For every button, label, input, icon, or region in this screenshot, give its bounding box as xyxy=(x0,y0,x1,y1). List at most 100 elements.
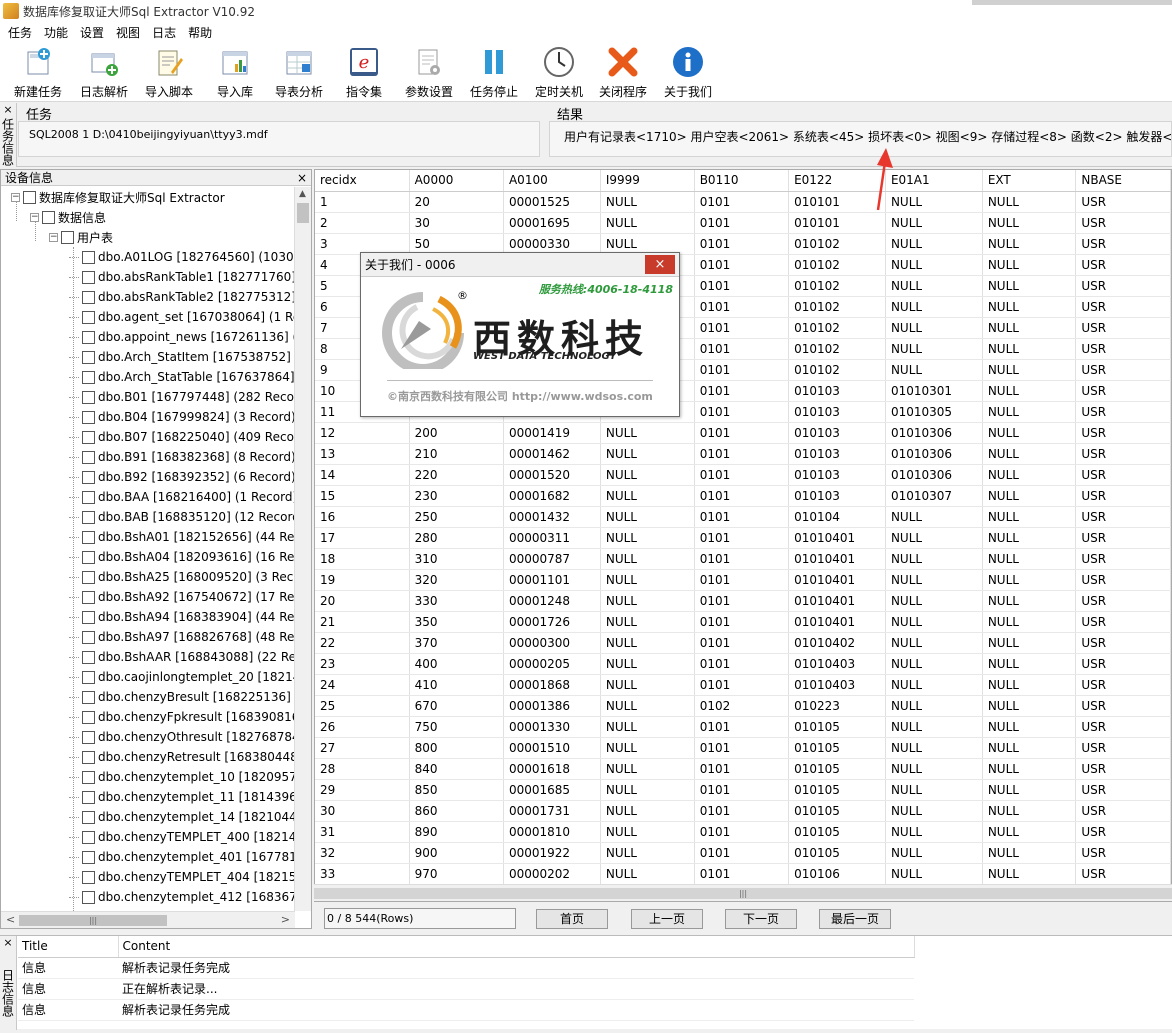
checkbox[interactable] xyxy=(82,650,95,664)
grid-column-header[interactable]: NBASE xyxy=(1075,170,1171,192)
menu-view[interactable]: 视图 xyxy=(110,24,146,41)
tree-item-table[interactable]: dbo.chenzyTEMPLET_400 [182140 xyxy=(69,827,295,847)
tree-item-table[interactable]: dbo.caojinlongtemplet_20 [18214 xyxy=(69,667,295,687)
tree-item-table[interactable]: dbo.chenzytemplet_10 [18209572 xyxy=(69,767,295,787)
dialog-close-button[interactable]: × xyxy=(645,255,675,274)
tree-item-table[interactable]: dbo.BshA92 [167540672] (17 Reco xyxy=(69,587,295,607)
table-row[interactable]: 15 230 00001682 NULL 0101 010103 01010307 NULL U… xyxy=(315,485,1171,507)
checkbox[interactable] xyxy=(23,190,36,204)
checkbox[interactable] xyxy=(82,370,95,384)
checkbox[interactable] xyxy=(82,330,95,344)
scroll-left-icon[interactable]: < xyxy=(6,913,15,926)
device-panel-close-icon[interactable]: × xyxy=(297,171,307,185)
grid-column-header[interactable]: I9999 xyxy=(600,170,695,192)
checkbox[interactable] xyxy=(82,310,95,324)
menu-settings[interactable]: 设置 xyxy=(74,24,110,41)
table-row[interactable]: 31 890 00001810 NULL 0101 010105 NULL NULL USR xyxy=(315,821,1171,843)
tree-item-table[interactable]: dbo.B01 [167797448] (282 Record xyxy=(69,387,295,407)
last-page-button[interactable]: 最后一页 xyxy=(819,909,891,929)
checkbox[interactable] xyxy=(82,670,95,684)
log-row[interactable]: 信息 解析表记录任务完成 xyxy=(18,957,914,979)
table-row[interactable]: 1 20 00001525 NULL 0101 010101 NULL NULL USR xyxy=(315,191,1171,213)
checkbox[interactable] xyxy=(82,810,95,824)
scroll-up-icon[interactable]: ▲ xyxy=(299,189,306,199)
new-task-button[interactable]: 新建任务 xyxy=(14,46,62,100)
checkbox[interactable] xyxy=(82,410,95,424)
checkbox[interactable] xyxy=(82,270,95,284)
checkbox[interactable] xyxy=(82,450,95,464)
table-row[interactable]: 14 220 00001520 NULL 0101 010103 01010306 NULL U… xyxy=(315,464,1171,486)
table-row[interactable]: 16 250 00001432 NULL 0101 010104 NULL NULL USR xyxy=(315,506,1171,528)
grid-column-header[interactable]: E0122 xyxy=(788,170,886,192)
checkbox[interactable] xyxy=(82,830,95,844)
table-row[interactable]: 23 400 00000205 NULL 0101 01010403 NULL NULL USR xyxy=(315,653,1171,675)
checkbox[interactable] xyxy=(82,730,95,744)
log-column-content[interactable]: Content xyxy=(118,936,915,958)
table-row[interactable]: 22 370 00000300 NULL 0101 01010402 NULL NULL USR xyxy=(315,632,1171,654)
grid-column-header[interactable]: A0100 xyxy=(503,170,601,192)
tree-item-table[interactable]: dbo.appoint_news [167261136] (4 xyxy=(69,327,295,347)
table-row[interactable]: 33 970 00000202 NULL 0101 010106 NULL NULL USR xyxy=(315,863,1171,885)
tree-item-table[interactable]: dbo.Arch_StatItem [167538752] (4 xyxy=(69,347,295,367)
task-info-tab[interactable]: × 任务信息 xyxy=(0,103,17,167)
tree-item-table[interactable]: dbo.chenzyBresult [168225136] (2 xyxy=(69,687,295,707)
log-column-title[interactable]: Title xyxy=(18,936,119,958)
checkbox[interactable] xyxy=(82,870,95,884)
checkbox[interactable] xyxy=(82,850,95,864)
table-row[interactable]: 20 330 00001248 NULL 0101 01010401 NULL NULL USR xyxy=(315,590,1171,612)
tree-node-user-tables[interactable]: − 用户表 xyxy=(49,227,113,247)
log-panel-close-icon[interactable]: × xyxy=(3,937,12,949)
first-page-button[interactable]: 首页 xyxy=(536,909,608,929)
tree-item-table[interactable]: dbo.B91 [168382368] (8 Record) xyxy=(69,447,295,467)
tree-item-table[interactable]: dbo.B04 [167999824] (3 Record) xyxy=(69,407,295,427)
checkbox[interactable] xyxy=(82,630,95,644)
tree-item-table[interactable]: dbo.chenzytemplet_14 [18210446 xyxy=(69,807,295,827)
table-row[interactable]: 3 50 00000330 NULL 0101 010102 NULL NULL USR xyxy=(315,233,1171,255)
table-row[interactable]: 24 410 00001868 NULL 0101 01010403 NULL NULL USR xyxy=(315,674,1171,696)
log-info-tab[interactable]: × 日志信息 xyxy=(0,936,17,1030)
tree-item-table[interactable]: dbo.BshA25 [168009520] (3 Recor xyxy=(69,567,295,587)
checkbox[interactable] xyxy=(82,770,95,784)
table-row[interactable]: 25 670 00001386 NULL 0102 010223 NULL NULL USR xyxy=(315,695,1171,717)
grid-column-header[interactable]: B0110 xyxy=(694,170,790,192)
tree-item-table[interactable]: dbo.chenzytemplet_401 [1677818 xyxy=(69,847,295,867)
checkbox[interactable] xyxy=(61,230,74,244)
tree-item-table[interactable]: dbo.BshAAR [168843088] (22 Rec xyxy=(69,647,295,667)
tree-item-table[interactable]: dbo.BshA97 [168826768] (48 Reco xyxy=(69,627,295,647)
collapse-icon[interactable]: − xyxy=(49,232,58,242)
tree-item-table[interactable]: dbo.A01LOG [182764560] (10306 xyxy=(69,247,295,267)
tree-item-table[interactable]: dbo.agent_set [167038064] (1 Rec xyxy=(69,307,295,327)
checkbox[interactable] xyxy=(82,390,95,404)
checkbox[interactable] xyxy=(82,530,95,544)
tree-item-table[interactable]: dbo.BshA01 [182152656] (44 Reco xyxy=(69,527,295,547)
table-row[interactable]: 2 30 00001695 NULL 0101 010101 NULL NULL USR xyxy=(315,212,1171,234)
checkbox[interactable] xyxy=(82,510,95,524)
checkbox[interactable] xyxy=(82,710,95,724)
menu-function[interactable]: 功能 xyxy=(38,24,74,41)
grid-column-header[interactable]: A0000 xyxy=(409,170,504,192)
tree-item-table[interactable]: dbo.chenzyRetresult [168380448] xyxy=(69,747,295,767)
scroll-right-icon[interactable]: > xyxy=(281,913,290,926)
tree-item-table[interactable]: dbo.BAA [168216400] (1 Record) xyxy=(69,487,295,507)
checkbox[interactable] xyxy=(82,290,95,304)
checkbox[interactable] xyxy=(82,250,95,264)
log-row[interactable]: 信息 解析表记录任务完成 xyxy=(18,999,914,1021)
checkbox[interactable] xyxy=(82,490,95,504)
table-row[interactable]: 19 320 00001101 NULL 0101 01010401 NULL NULL USR xyxy=(315,569,1171,591)
task-stop-button[interactable]: 任务停止 xyxy=(470,46,518,100)
tree-vertical-scrollbar[interactable]: ▲ xyxy=(294,187,311,911)
collapse-icon[interactable]: − xyxy=(11,192,20,202)
timed-shutdown-button[interactable]: 定时关机 xyxy=(535,46,583,100)
table-analysis-button[interactable]: 导表分析 xyxy=(275,46,323,100)
tree-item-table[interactable]: dbo.BshA94 [168383904] (44 Reco xyxy=(69,607,295,627)
checkbox[interactable] xyxy=(82,690,95,704)
table-row[interactable]: 26 750 00001330 NULL 0101 010105 NULL NULL USR xyxy=(315,716,1171,738)
tree-horizontal-scrollbar[interactable]: < ||| > xyxy=(1,911,295,928)
scroll-thumb[interactable]: ||| xyxy=(314,888,1172,899)
tree-node-root[interactable]: − 数据库修复取证大师Sql Extractor xyxy=(11,187,225,207)
settings-button[interactable]: 参数设置 xyxy=(405,46,453,100)
table-row[interactable]: 13 210 00001462 NULL 0101 010103 01010306 NULL U… xyxy=(315,443,1171,465)
grid-column-header[interactable]: recidx xyxy=(315,170,410,192)
scroll-thumb[interactable] xyxy=(297,203,309,223)
checkbox[interactable] xyxy=(82,590,95,604)
